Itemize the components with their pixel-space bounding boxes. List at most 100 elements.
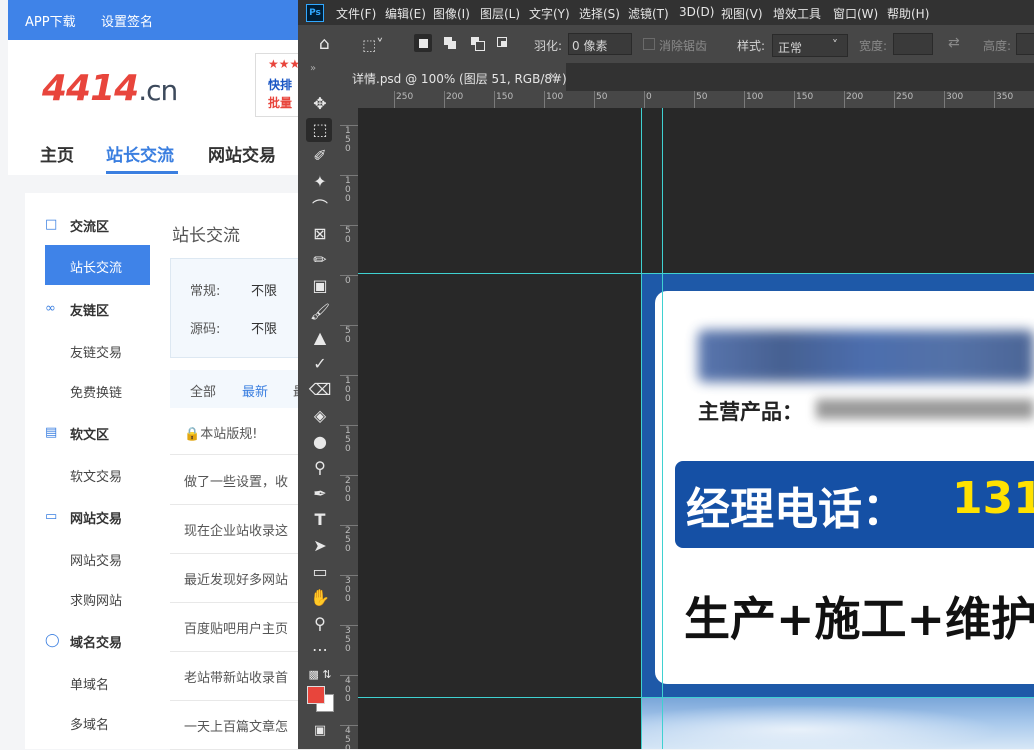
app-download-link[interactable]: APP下载 — [25, 11, 76, 30]
menu-image[interactable]: 图像(I) — [433, 5, 470, 22]
document-tab[interactable]: 详情.psd @ 100% (图层 51, RGB/8#) × — [340, 63, 567, 91]
height-input[interactable] — [1016, 33, 1034, 55]
post-row[interactable]: 一天上百篇文章怎 — [170, 701, 310, 750]
ruler-label: 3 5 0 — [345, 626, 351, 654]
sidebar-item-multi-domain[interactable]: 多域名 — [70, 714, 109, 733]
ruler-label: 250 — [896, 92, 914, 102]
selection-new-button[interactable] — [414, 34, 432, 52]
magic-wand-icon[interactable]: ✦ — [308, 171, 332, 193]
sidebar-item-article-trade[interactable]: 软文交易 — [70, 466, 122, 485]
design-cloud-image — [641, 700, 1034, 749]
selection-intersect-button[interactable] — [494, 34, 512, 52]
guide-vertical[interactable] — [641, 108, 642, 749]
style-select[interactable]: 正常 ˅ — [772, 34, 848, 57]
swap-dimensions-icon[interactable]: ⇄ — [948, 35, 960, 51]
rule-notice-row[interactable]: 🔒本站版规! — [170, 408, 310, 455]
lock-icon: 🔒 — [184, 427, 201, 442]
tab-all[interactable]: 全部 — [190, 381, 216, 400]
ruler-tick — [594, 91, 595, 108]
tab-latest[interactable]: 最新 — [242, 381, 268, 400]
lasso-tool-icon[interactable]: ✐ — [308, 145, 332, 167]
ruler-label: 1 0 0 — [345, 176, 351, 204]
guide-vertical[interactable] — [662, 108, 663, 749]
clone-stamp-icon[interactable]: ▲ — [308, 327, 332, 349]
selection-subtract-button[interactable] — [468, 34, 486, 52]
feather-input[interactable]: 0 像素 — [568, 33, 632, 55]
antialias-checkbox[interactable] — [643, 38, 655, 50]
nav-home[interactable]: 主页 — [40, 141, 74, 166]
post-row[interactable]: 最近发现好多网站 — [170, 554, 310, 603]
nav-site-trade[interactable]: 网站交易 — [208, 141, 276, 166]
paint-bucket-icon[interactable]: ◈ — [308, 405, 332, 427]
post-row[interactable]: 做了一些设置，收 — [170, 456, 310, 505]
menu-select[interactable]: 选择(S) — [579, 5, 620, 22]
sidebar-item-site-trade[interactable]: 网站交易 — [70, 550, 122, 569]
rectangular-marquee-icon[interactable]: ⬚ — [308, 119, 332, 141]
eraser-tool-icon[interactable]: ⌫ — [308, 379, 332, 401]
filter-normal-value[interactable]: 不限 — [251, 280, 277, 299]
sidebar-section-exchange[interactable]: 交流区 — [70, 216, 109, 235]
post-row[interactable]: 老站带新站收录首 — [170, 652, 310, 701]
type-tool-icon[interactable]: T — [308, 509, 332, 531]
zoom-tool-icon[interactable]: ⚲ — [308, 613, 332, 635]
sidebar-item-webmaster-exchange[interactable]: 站长交流 — [45, 245, 150, 285]
guide-horizontal[interactable] — [358, 697, 1034, 698]
filter-source-value[interactable]: 不限 — [251, 318, 277, 337]
crop-tool-icon[interactable]: ⌒ — [308, 197, 332, 219]
rectangle-tool-icon[interactable]: ▭ — [308, 561, 332, 583]
ruler-tick — [394, 91, 395, 108]
ruler-tick — [494, 91, 495, 108]
sidebar-item-free-link[interactable]: 免费换链 — [70, 382, 122, 401]
ruler-left[interactable]: 1 5 0 1 0 0 5 0 0 5 0 1 0 0 1 5 0 2 0 0 … — [340, 108, 359, 749]
sidebar-section-domains[interactable]: 域名交易 — [70, 632, 122, 651]
site-logo[interactable]: 4414.cn — [42, 68, 178, 109]
post-row[interactable]: 现在企业站收录这 — [170, 505, 310, 554]
ruler-label: 0 — [345, 276, 351, 286]
width-input[interactable] — [893, 33, 933, 55]
menu-type[interactable]: 文字(Y) — [529, 5, 570, 22]
pen-tool-icon[interactable]: ✒ — [308, 483, 332, 505]
ruler-top[interactable]: 250 200 150 100 50 0 50 100 150 200 250 … — [358, 91, 1034, 109]
frame-tool-icon[interactable]: ⊠ — [308, 223, 332, 245]
guide-horizontal[interactable] — [358, 273, 1034, 274]
post-row[interactable]: 百度贴吧用户主页 — [170, 603, 310, 652]
menu-file[interactable]: 文件(F) — [336, 5, 376, 22]
sidebar-section-links[interactable]: 友链区 — [70, 300, 109, 319]
default-colors-icon[interactable]: ▩ ⇅ — [308, 664, 332, 686]
quick-mask-icon[interactable]: ▣ — [308, 720, 332, 742]
hand-tool-icon[interactable]: ✋ — [308, 587, 332, 609]
selection-add-button[interactable] — [441, 34, 459, 52]
healing-brush-icon[interactable]: ▣ — [308, 275, 332, 297]
menu-window[interactable]: 窗口(W) — [833, 5, 878, 22]
menu-layer[interactable]: 图层(L) — [480, 5, 520, 22]
sidebar-item-single-domain[interactable]: 单域名 — [70, 674, 109, 693]
history-brush-icon[interactable]: ✓ — [308, 353, 332, 375]
monitor-icon: ▭ — [45, 509, 58, 524]
brush-tool-icon[interactable]: 🖌 — [308, 301, 332, 323]
menu-edit[interactable]: 编辑(E) — [385, 5, 426, 22]
sidebar-section-site-trade[interactable]: 网站交易 — [70, 508, 122, 527]
menu-3d[interactable]: 3D(D) — [679, 5, 714, 19]
move-tool-icon[interactable]: ✥ — [308, 93, 332, 115]
close-icon[interactable]: × — [548, 69, 558, 83]
sidebar-section-articles[interactable]: 软文区 — [70, 424, 109, 443]
menu-view[interactable]: 视图(V) — [721, 5, 763, 22]
sidebar-item-buy-site[interactable]: 求购网站 — [70, 590, 122, 609]
home-icon[interactable]: ⌂ — [319, 34, 330, 54]
path-selection-icon[interactable]: ➤ — [308, 535, 332, 557]
menu-filter[interactable]: 滤镜(T) — [628, 5, 669, 22]
dodge-tool-icon[interactable]: ⚲ — [308, 457, 332, 479]
ruler-label: 2 0 0 — [345, 476, 351, 504]
width-label: 宽度: — [859, 39, 888, 53]
foreground-color-swatch[interactable] — [307, 686, 325, 704]
menu-help[interactable]: 帮助(H) — [887, 5, 929, 22]
menu-plugins[interactable]: 增效工具 — [773, 5, 821, 22]
collapse-toolbar-icon[interactable]: » — [310, 63, 316, 74]
nav-webmaster-exchange[interactable]: 站长交流 — [106, 141, 174, 166]
more-tools-icon[interactable]: ⋯ — [308, 639, 332, 661]
marquee-preset-icon[interactable]: ⬚˅ — [362, 36, 384, 54]
blur-tool-icon[interactable]: ● — [308, 431, 332, 453]
eyedropper-icon[interactable]: ✏ — [308, 249, 332, 271]
sidebar-item-link-trade[interactable]: 友链交易 — [70, 342, 122, 361]
settings-sign-link[interactable]: 设置签名 — [101, 11, 153, 30]
